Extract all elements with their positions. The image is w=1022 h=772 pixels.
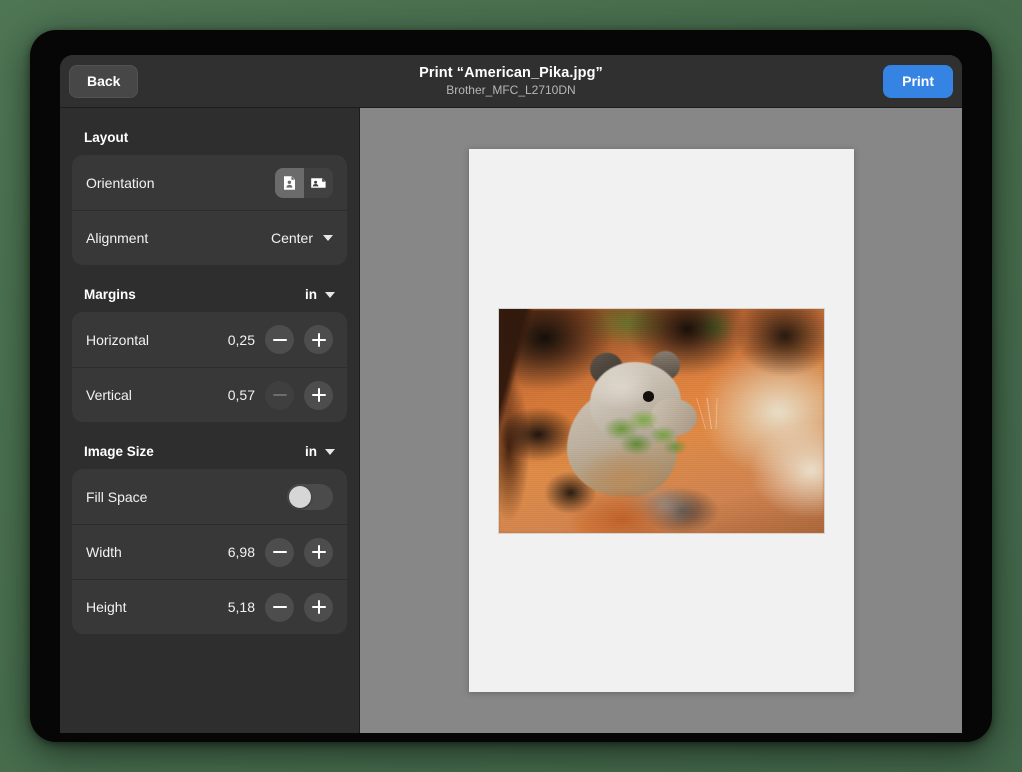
row-label-alignment: Alignment [86,230,148,246]
plus-icon [312,600,326,614]
window-frame: Back Print “American_Pika.jpg” Brother_M… [30,30,992,742]
chevron-down-icon [325,449,335,455]
row-height: Height 5,18 [72,579,347,634]
row-horizontal-margin: Horizontal 0,25 [72,312,347,367]
plus-icon [312,388,326,402]
chevron-down-icon [325,292,335,298]
minus-icon [273,333,287,347]
desktop-background: Back Print “American_Pika.jpg” Brother_M… [0,0,1022,772]
photo-grain-layer [499,309,824,533]
fill-space-toggle[interactable] [287,484,333,510]
minus-icon [273,545,287,559]
minus-icon [273,388,287,402]
alignment-control: Center [271,230,333,246]
horizontal-margin-control: 0,25 [225,325,333,354]
width-control: 6,98 [225,538,333,567]
row-label-vertical: Vertical [86,387,132,403]
print-button[interactable]: Print [883,65,953,98]
width-decrease-button[interactable] [265,538,294,567]
page-preview[interactable] [469,149,854,692]
section-margins: Margins in Horizontal 0,25 [72,287,347,422]
vertical-margin-control: 0,57 [225,381,333,410]
back-button[interactable]: Back [69,65,138,98]
section-header-margins: Margins in [72,287,347,312]
landscape-icon [310,176,327,190]
horizontal-margin-value: 0,25 [225,332,255,348]
section-header-image-size: Image Size in [72,444,347,469]
row-fill-space: Fill Space [72,469,347,524]
header-bar: Back Print “American_Pika.jpg” Brother_M… [60,55,962,108]
layout-card: Orientation [72,155,347,265]
plus-icon [312,545,326,559]
row-label-height: Height [86,599,126,615]
row-label-fill-space: Fill Space [86,489,147,505]
portrait-orientation-button[interactable] [275,168,304,198]
vertical-margin-value: 0,57 [225,387,255,403]
section-title-layout: Layout [84,130,128,145]
printer-name: Brother_MFC_L2710DN [446,82,575,98]
height-increase-button[interactable] [304,593,333,622]
alignment-value: Center [271,230,313,246]
orientation-control [275,168,333,198]
settings-sidebar: Layout Orientation [60,108,360,733]
margins-unit-dropdown[interactable]: in [305,287,335,302]
row-vertical-margin: Vertical 0,57 [72,367,347,422]
section-header-layout: Layout [72,130,347,155]
landscape-orientation-button[interactable] [304,168,333,198]
toggle-knob [289,486,311,508]
image-size-unit-dropdown[interactable]: in [305,444,335,459]
alignment-dropdown[interactable]: Center [271,230,333,246]
vertical-margin-decrease-button [265,381,294,410]
width-value: 6,98 [225,544,255,560]
height-decrease-button[interactable] [265,593,294,622]
dialog-content: Layout Orientation [60,108,962,733]
image-size-card: Fill Space Width 6,98 [72,469,347,634]
image-size-unit-value: in [305,444,317,459]
plus-icon [312,333,326,347]
section-title-margins: Margins [84,287,136,302]
row-orientation: Orientation [72,155,347,210]
row-alignment[interactable]: Alignment Center [72,210,347,265]
portrait-icon [282,175,297,191]
row-label-width: Width [86,544,122,560]
horizontal-margin-increase-button[interactable] [304,325,333,354]
orientation-segmented [275,168,333,198]
width-increase-button[interactable] [304,538,333,567]
header-title-block: Print “American_Pika.jpg” Brother_MFC_L2… [60,55,962,107]
vertical-margin-increase-button[interactable] [304,381,333,410]
page-title: Print “American_Pika.jpg” [419,64,603,82]
row-label-orientation: Orientation [86,175,154,191]
section-title-image-size: Image Size [84,444,154,459]
fill-space-control [287,484,333,510]
height-control: 5,18 [225,593,333,622]
print-preview-area [360,108,962,733]
section-layout: Layout Orientation [72,130,347,265]
height-value: 5,18 [225,599,255,615]
section-image-size: Image Size in Fill Space [72,444,347,634]
horizontal-margin-decrease-button[interactable] [265,325,294,354]
margins-card: Horizontal 0,25 [72,312,347,422]
minus-icon [273,600,287,614]
row-width: Width 6,98 [72,524,347,579]
preview-image [499,309,824,533]
row-label-horizontal: Horizontal [86,332,149,348]
chevron-down-icon [323,235,333,241]
print-dialog-window: Back Print “American_Pika.jpg” Brother_M… [60,55,962,733]
margins-unit-value: in [305,287,317,302]
